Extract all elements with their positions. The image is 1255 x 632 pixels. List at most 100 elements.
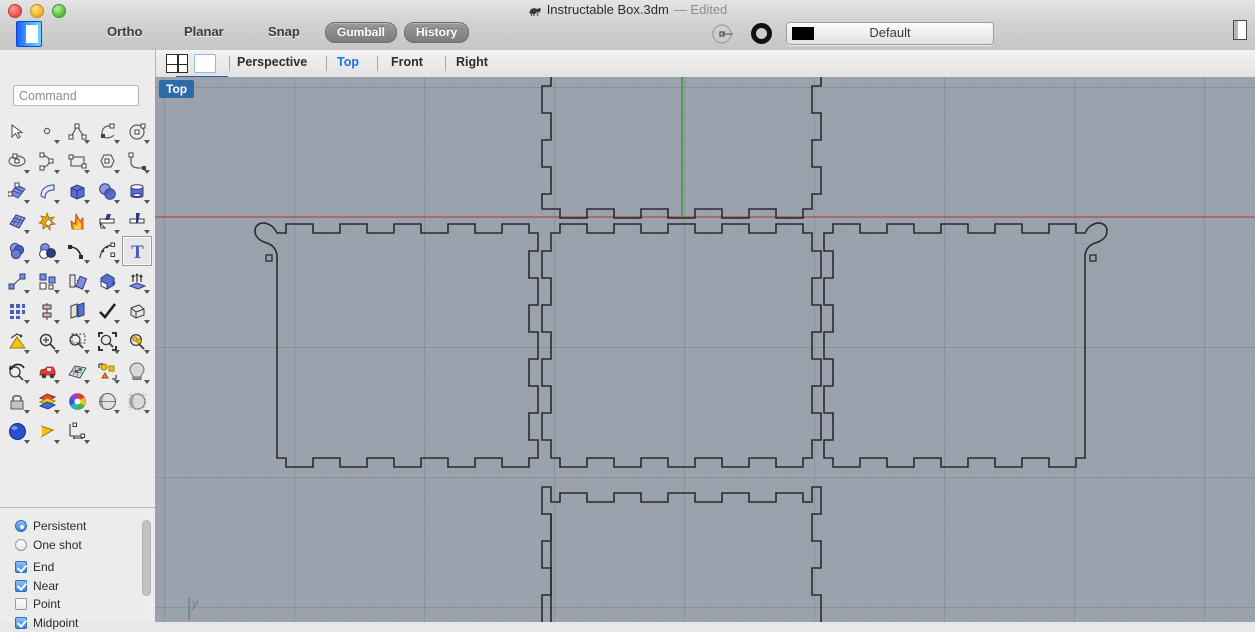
layer-name-label: Default: [787, 25, 993, 40]
osnap-circle-icon[interactable]: [751, 23, 772, 44]
surface-from-curves-icon[interactable]: [2, 176, 32, 206]
walkthrough-icon[interactable]: [32, 356, 62, 386]
one-shot-radio[interactable]: [15, 539, 27, 551]
history-toggle[interactable]: History: [404, 22, 469, 43]
light-bulb-icon[interactable]: [122, 356, 152, 386]
tool-row: [0, 206, 155, 236]
osnap-near[interactable]: Near: [0, 577, 155, 596]
rotate-icon[interactable]: [62, 266, 92, 296]
tab-right[interactable]: Right: [456, 55, 488, 69]
rhino-window: Instructable Box.3dm — Edited Ortho Plan…: [0, 0, 1255, 622]
rectangle-icon[interactable]: [62, 146, 92, 176]
zoom-window-icon[interactable]: [62, 326, 92, 356]
box-solid-icon[interactable]: [62, 176, 92, 206]
tab-perspective[interactable]: Perspective: [237, 55, 307, 69]
trim-icon[interactable]: [92, 206, 122, 236]
tool-row: T: [0, 236, 155, 266]
render-mesh-icon[interactable]: [122, 386, 152, 416]
gumball-icon[interactable]: [711, 22, 735, 46]
near-checkbox[interactable]: [15, 580, 27, 592]
explode-icon[interactable]: [32, 206, 62, 236]
osnap-scrollbar-track[interactable]: [144, 514, 153, 614]
fillet-curve-icon[interactable]: [122, 146, 152, 176]
four-view-icon[interactable]: [166, 54, 188, 73]
single-view-icon[interactable]: [194, 54, 216, 73]
control-points-icon[interactable]: [92, 236, 122, 266]
shade-icon[interactable]: [2, 326, 32, 356]
one-shot-label: One shot: [33, 538, 82, 552]
split-icon[interactable]: [122, 206, 152, 236]
sidebar-panel-icon[interactable]: [16, 21, 42, 47]
osnap-point[interactable]: Point: [0, 595, 155, 614]
camera-icon[interactable]: [32, 416, 62, 446]
copy-icon[interactable]: [32, 266, 62, 296]
layer-selector[interactable]: Default: [786, 22, 994, 45]
flow-icon[interactable]: [62, 296, 92, 326]
ortho-toggle[interactable]: Ortho: [107, 24, 142, 39]
cylinder-icon[interactable]: [122, 176, 152, 206]
ellipse-icon[interactable]: [2, 146, 32, 176]
layout-icon[interactable]: [92, 356, 122, 386]
osnap-mode-one-shot[interactable]: One shot: [0, 536, 155, 555]
snap-toggle[interactable]: Snap: [268, 24, 300, 39]
point-icon[interactable]: [32, 116, 62, 146]
command-input[interactable]: [13, 85, 139, 106]
boolean-union-icon[interactable]: [2, 236, 32, 266]
rotate-view-icon[interactable]: [2, 356, 32, 386]
tab-front[interactable]: Front: [391, 55, 423, 69]
circle-icon[interactable]: [122, 116, 152, 146]
zoom-in-icon[interactable]: [32, 326, 62, 356]
command-line: [13, 85, 139, 106]
panel-bottom: [542, 487, 821, 622]
svg-text:T: T: [131, 242, 144, 261]
grid-settings-icon[interactable]: [62, 356, 92, 386]
move-icon[interactable]: [2, 266, 32, 296]
polygon-icon[interactable]: [92, 146, 122, 176]
lock-icon[interactable]: [2, 386, 32, 416]
persistent-label: Persistent: [33, 519, 86, 533]
zoom-selected-icon[interactable]: [122, 326, 152, 356]
cap-icon[interactable]: [122, 296, 152, 326]
check-icon[interactable]: [92, 296, 122, 326]
arc-icon[interactable]: [32, 146, 62, 176]
osnap-mode-persistent[interactable]: Persistent: [0, 517, 155, 536]
curve-icon[interactable]: [92, 116, 122, 146]
tab-top[interactable]: Top: [337, 55, 359, 69]
osnap-scrollbar-thumb[interactable]: [142, 520, 151, 596]
tool-palette: T: [0, 116, 155, 446]
offset-curve-icon[interactable]: [62, 236, 92, 266]
box-panel-geometry[interactable]: [155, 77, 1255, 622]
top-viewport[interactable]: Top y: [155, 77, 1255, 622]
layer-color-icon[interactable]: [32, 386, 62, 416]
render-preview-icon[interactable]: [2, 416, 32, 446]
right-panel-icon[interactable]: [1233, 20, 1247, 40]
osnap-end[interactable]: End: [0, 558, 155, 577]
flame-icon[interactable]: [62, 206, 92, 236]
dimension-icon[interactable]: [62, 416, 92, 446]
sweep-surface-icon[interactable]: [32, 176, 62, 206]
point-checkbox[interactable]: [15, 598, 27, 610]
render-sphere-icon[interactable]: [92, 386, 122, 416]
osnap-midpoint[interactable]: Midpoint: [0, 614, 155, 632]
midpoint-checkbox[interactable]: [15, 617, 27, 629]
tool-row: [0, 116, 155, 146]
scale-icon[interactable]: [92, 266, 122, 296]
array-icon[interactable]: [2, 296, 32, 326]
select-arrow-icon[interactable]: [2, 116, 32, 146]
text-tool-icon[interactable]: T: [122, 236, 152, 266]
panel-left: [255, 223, 538, 467]
boolean-difference-icon[interactable]: [32, 236, 62, 266]
tool-row: [0, 296, 155, 326]
extrude-icon[interactable]: [122, 266, 152, 296]
planar-toggle[interactable]: Planar: [184, 24, 224, 39]
sphere-boolean-icon[interactable]: [92, 176, 122, 206]
polyline-icon[interactable]: [62, 116, 92, 146]
end-checkbox[interactable]: [15, 561, 27, 573]
surface-grid-icon[interactable]: [2, 206, 32, 236]
gumball-toggle[interactable]: Gumball: [325, 22, 397, 43]
persistent-radio[interactable]: [15, 520, 27, 532]
mirror-icon[interactable]: [32, 296, 62, 326]
osnap-panel: Persistent One shot End Near Point: [0, 507, 155, 622]
zoom-extents-icon[interactable]: [92, 326, 122, 356]
color-wheel-icon[interactable]: [62, 386, 92, 416]
